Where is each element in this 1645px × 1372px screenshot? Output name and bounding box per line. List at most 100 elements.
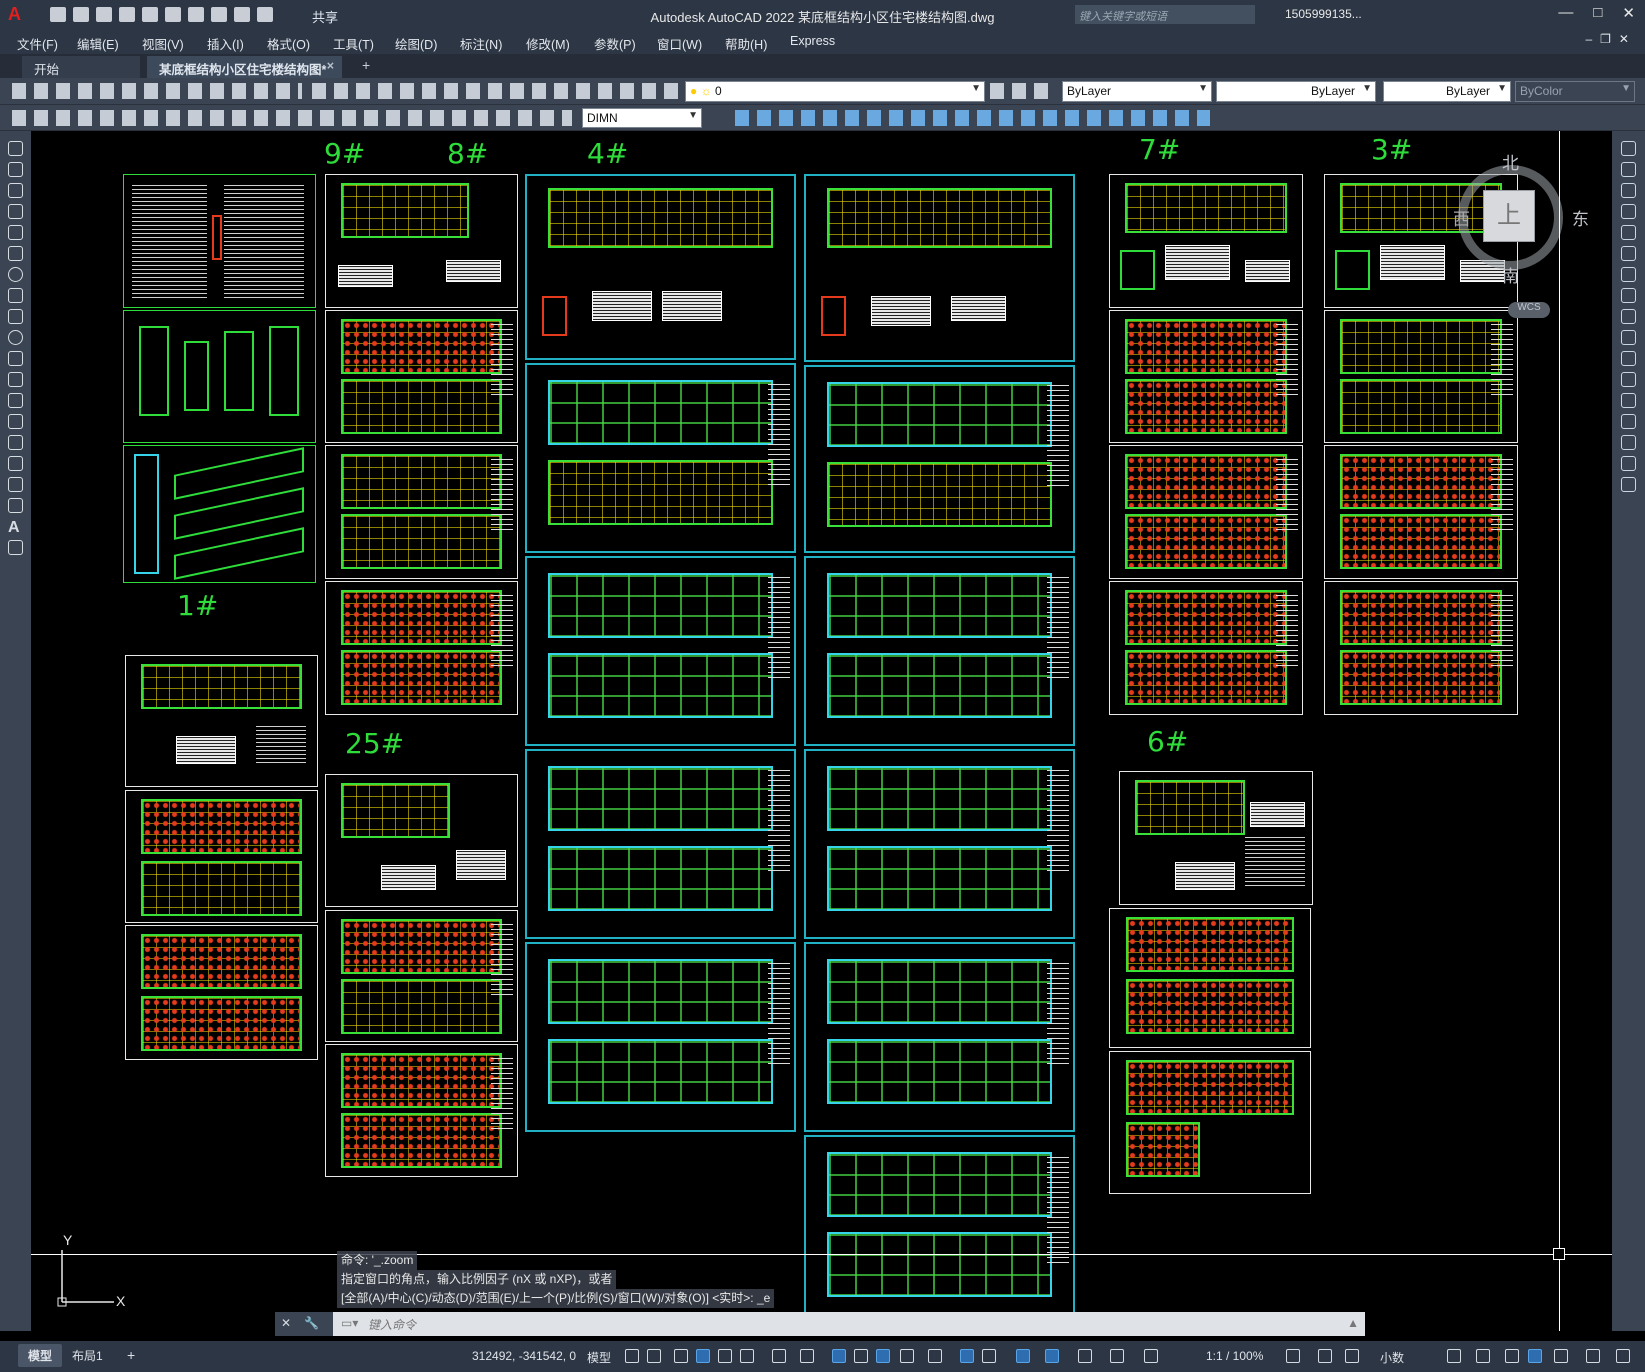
construction-line-icon[interactable] — [8, 162, 23, 177]
drawing-sheet[interactable] — [1109, 581, 1303, 715]
menu-tools[interactable]: 工具(T) — [333, 34, 374, 53]
region-icon[interactable] — [8, 477, 23, 492]
chamfer-icon[interactable] — [1621, 414, 1636, 429]
close-icon[interactable]: ✕ — [1622, 4, 1635, 22]
drawing-sheet[interactable] — [804, 365, 1075, 553]
layer-dropdown[interactable]: ● ☼ 0 ▼ — [685, 81, 985, 102]
rotate-icon[interactable] — [1621, 267, 1636, 282]
annotation-scale[interactable]: 1:1 / 100% — [1206, 1349, 1263, 1363]
drawing-sheet[interactable] — [123, 174, 316, 308]
insert-block-icon[interactable] — [8, 372, 23, 387]
drawing-sheet[interactable] — [804, 942, 1075, 1132]
scale-icon[interactable] — [1621, 288, 1636, 303]
offset-icon[interactable] — [1621, 204, 1636, 219]
standard-tool-icons[interactable] — [12, 83, 302, 99]
drawing-sheet[interactable] — [1324, 581, 1518, 715]
customize-wrench-icon[interactable]: 🔧 — [304, 1316, 319, 1330]
open-web-icon[interactable] — [142, 7, 158, 22]
copy-icon[interactable] — [1621, 162, 1636, 177]
menu-view[interactable]: 视图(V) — [142, 34, 184, 53]
menu-format[interactable]: 格式(O) — [267, 34, 310, 53]
menu-file[interactable]: 文件(F) — [17, 34, 58, 53]
trim-icon[interactable] — [1621, 330, 1636, 345]
mirror-icon[interactable] — [1621, 183, 1636, 198]
transparency-icon[interactable] — [876, 1349, 890, 1363]
isolate-objects-icon[interactable] — [1505, 1349, 1519, 1363]
viewcube[interactable]: 上 北 南 东 西 — [1448, 154, 1589, 295]
drawing-sheet[interactable] — [525, 174, 796, 360]
lineweight-dropdown[interactable]: ByLayer ▼ — [1383, 81, 1511, 102]
explode-icon[interactable] — [1621, 477, 1636, 492]
menu-help[interactable]: 帮助(H) — [725, 34, 767, 53]
compass-east[interactable]: 东 — [1572, 205, 1589, 230]
tab-layout1[interactable]: 布局1 — [62, 1344, 113, 1367]
compass-north[interactable]: 北 — [1502, 149, 1519, 174]
drawing-canvas[interactable]: 9# 8# 4# 7# 3# 1# 25# 6# — [31, 131, 1612, 1331]
lock-ui-icon[interactable] — [1476, 1349, 1490, 1363]
annotation-visibility-icon[interactable] — [1016, 1349, 1030, 1363]
drawing-sheet[interactable] — [325, 581, 518, 715]
drawing-sheet[interactable] — [1109, 445, 1303, 579]
viewcube-top-face[interactable]: 上 — [1483, 190, 1535, 242]
erase-icon[interactable] — [1621, 141, 1636, 156]
save-web-icon[interactable] — [165, 7, 181, 22]
close-command-line-icon[interactable]: ✕ — [281, 1316, 291, 1330]
document-window-controls[interactable]: –❐✕ — [1586, 32, 1638, 46]
wcs-menu[interactable]: WCS — [1508, 302, 1550, 318]
drawing-sheet[interactable] — [804, 556, 1075, 746]
annotation-monitor-icon[interactable] — [1144, 1349, 1158, 1363]
drawing-sheet[interactable] — [804, 174, 1075, 362]
gizmo-icon[interactable] — [982, 1349, 996, 1363]
arc-icon[interactable] — [8, 246, 23, 261]
drawing-sheet[interactable] — [123, 445, 316, 583]
fillet-icon[interactable] — [1621, 435, 1636, 450]
spline-icon[interactable] — [8, 309, 23, 324]
drawing-sheet[interactable] — [525, 556, 796, 746]
hatch-icon[interactable] — [8, 435, 23, 450]
revcloud-icon[interactable] — [8, 288, 23, 303]
blend-icon[interactable] — [1621, 456, 1636, 471]
snap-icon[interactable] — [647, 1349, 661, 1363]
polygon-icon[interactable] — [8, 204, 23, 219]
customize-icon[interactable] — [257, 7, 273, 22]
drawing-sheet[interactable] — [1109, 174, 1303, 308]
isodraft-icon[interactable] — [740, 1349, 754, 1363]
drawing-sheet[interactable] — [125, 655, 318, 787]
menu-icon[interactable] — [1616, 1349, 1630, 1363]
quick-properties-icon[interactable] — [1447, 1349, 1461, 1363]
drawing-sheet[interactable] — [1324, 310, 1518, 443]
menu-modify[interactable]: 修改(M) — [526, 34, 570, 53]
undo-icon[interactable] — [211, 7, 227, 22]
grid-icon[interactable] — [625, 1349, 639, 1363]
drawing-sheet[interactable] — [1119, 771, 1313, 905]
graphics-performance-icon[interactable] — [1528, 1349, 1542, 1363]
add-layout-button[interactable]: + — [117, 1344, 145, 1366]
menu-express[interactable]: Express — [790, 34, 835, 48]
tab-start[interactable]: 开始 — [22, 56, 140, 78]
dimstyle-dropdown[interactable]: DIMN ▼ — [582, 108, 702, 128]
units-icon[interactable] — [1345, 1349, 1359, 1363]
annotation-autoscale-icon[interactable] — [1045, 1349, 1059, 1363]
menu-insert[interactable]: 插入(I) — [207, 34, 244, 53]
dimension-tool-icons[interactable] — [12, 110, 572, 126]
model-space-button[interactable]: 模型 — [587, 1349, 611, 1366]
units-setting[interactable]: 小数 — [1380, 1349, 1404, 1366]
linetype-dropdown[interactable]: ByLayer ▼ — [1216, 81, 1376, 102]
lineweight-icon[interactable] — [854, 1349, 868, 1363]
drawing-sheet[interactable] — [1324, 445, 1518, 579]
share-button[interactable]: 共享 — [312, 7, 338, 26]
plotstyle-dropdown[interactable]: ByColor ▼ — [1515, 81, 1635, 102]
customization-icon[interactable] — [1586, 1349, 1600, 1363]
circle-icon[interactable] — [8, 267, 23, 282]
drawing-sheet[interactable] — [325, 1044, 518, 1177]
drawing-sheet[interactable] — [525, 363, 796, 553]
gear-icon[interactable] — [1286, 1349, 1300, 1363]
drawing-sheet[interactable] — [325, 174, 518, 308]
save-as-icon[interactable] — [119, 7, 135, 22]
new-tab-button[interactable]: + — [362, 57, 370, 73]
make-block-icon[interactable] — [8, 393, 23, 408]
plus-icon[interactable] — [1318, 1349, 1332, 1363]
object-snap-tracking-icon[interactable] — [772, 1349, 786, 1363]
infer-constraints-icon[interactable] — [674, 1349, 688, 1363]
autocad-logo[interactable]: A — [8, 4, 21, 25]
